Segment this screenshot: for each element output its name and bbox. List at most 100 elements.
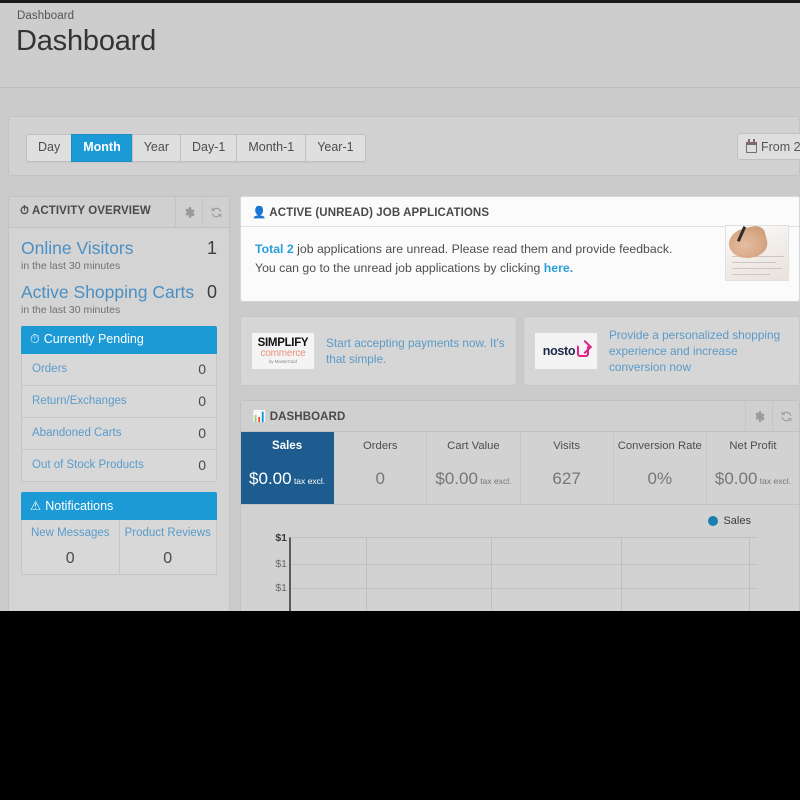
active-carts-label[interactable]: Active Shopping Carts bbox=[21, 282, 194, 303]
range-button-day[interactable]: Day bbox=[26, 134, 72, 162]
range-button-month-1[interactable]: Month-1 bbox=[236, 134, 306, 162]
pending-returns-label: Return/Exchanges bbox=[32, 395, 127, 407]
range-button-year-1[interactable]: Year-1 bbox=[305, 134, 366, 162]
legend-dot-sales bbox=[708, 516, 719, 526]
promo-nosto-text: Provide a personalized shopping experien… bbox=[609, 328, 781, 374]
job-applications-here-link[interactable]: here. bbox=[544, 261, 573, 275]
simplify-commerce-logo: SIMPLIFY commerce by MasterCard bbox=[251, 332, 315, 370]
activity-overview-header: ⏱ ACTIVITY OVERVIEW bbox=[9, 197, 229, 228]
new-messages-label: New Messages bbox=[30, 527, 110, 539]
kpi-cart-value[interactable]: Cart Value $0.00 tax excl. bbox=[427, 432, 521, 504]
activity-overview-title: ⏱ ACTIVITY OVERVIEW bbox=[20, 205, 151, 218]
kpi-orders-value: 0 bbox=[336, 469, 424, 489]
chart-gridline-h bbox=[291, 588, 757, 589]
dashboard-panel: 📊 DASHBOARD Sales $0.00 tax excl. Orders… bbox=[240, 400, 800, 611]
clock-icon: ⏱ bbox=[30, 332, 40, 346]
refresh-icon[interactable] bbox=[202, 197, 229, 227]
job-applications-title: 👤 ACTIVE (UNREAD) JOB APPLICATIONS bbox=[252, 205, 489, 219]
pending-abandoned-carts-label: Abandoned Carts bbox=[32, 427, 122, 439]
job-applications-total: Total 2 bbox=[255, 242, 294, 256]
simplify-logo-line-3: by MasterCard bbox=[268, 358, 298, 364]
list-item[interactable]: Orders 0 bbox=[22, 354, 216, 386]
chart-ytick-2: $1 bbox=[275, 582, 287, 594]
legend-label-sales: Sales bbox=[723, 515, 751, 527]
gear-icon[interactable] bbox=[175, 197, 202, 227]
date-range-picker[interactable]: From 201 bbox=[737, 133, 800, 160]
pending-orders-label: Orders bbox=[32, 363, 68, 375]
list-item[interactable]: Return/Exchanges 0 bbox=[22, 386, 216, 418]
kpi-cart-value-suffix: tax excl. bbox=[477, 476, 512, 486]
user-icon: 👤 bbox=[252, 207, 267, 219]
online-visitors-row: Online Visitors 1 bbox=[21, 238, 217, 259]
nosto-arrow-icon bbox=[577, 345, 590, 357]
kpi-net-profit-label: Net Profit bbox=[729, 440, 777, 452]
gear-icon[interactable] bbox=[745, 401, 772, 431]
kpi-orders[interactable]: Orders 0 bbox=[334, 432, 428, 504]
dashboard-panel-title: 📊 DASHBOARD bbox=[252, 409, 345, 423]
kpi-orders-label: Orders bbox=[362, 440, 398, 452]
activity-overview-panel: ⏱ ACTIVITY OVERVIEW Online Visitors 1 in… bbox=[8, 196, 230, 611]
currently-pending-heading: ⏱ Currently Pending bbox=[21, 326, 217, 354]
kpi-net-profit-amount: $0.00 bbox=[714, 469, 758, 488]
job-applications-line-1: Total 2 job applications are unread. Ple… bbox=[255, 240, 785, 259]
list-item[interactable]: Abandoned Carts 0 bbox=[22, 418, 216, 450]
kpi-net-profit-value: $0.00 tax excl. bbox=[709, 469, 797, 489]
job-applications-panel: 👤 ACTIVE (UNREAD) JOB APPLICATIONS Total… bbox=[240, 196, 800, 302]
kpi-conversion-rate[interactable]: Conversion Rate 0% bbox=[614, 432, 707, 504]
activity-overview-title-text: ACTIVITY OVERVIEW bbox=[31, 205, 151, 217]
notifications-heading: ⚠ Notifications bbox=[21, 492, 217, 520]
kpi-sales[interactable]: Sales $0.00 tax excl. bbox=[241, 432, 335, 504]
clock-icon: ⏱ bbox=[20, 205, 30, 217]
notifications-grid: New Messages 0 Product Reviews 0 bbox=[21, 520, 217, 575]
list-item[interactable]: Out of Stock Products 0 bbox=[22, 450, 216, 481]
active-carts-row: Active Shopping Carts 0 bbox=[21, 282, 217, 303]
job-applications-line-2: You can go to the unread job application… bbox=[255, 259, 785, 278]
kpi-sales-suffix: tax excl. bbox=[291, 476, 326, 486]
kpi-net-profit[interactable]: Net Profit $0.00 tax excl. bbox=[707, 432, 799, 504]
range-button-year[interactable]: Year bbox=[131, 134, 180, 162]
kpi-sales-value: $0.00 tax excl. bbox=[243, 469, 331, 489]
simplify-logo-line-2: commerce bbox=[260, 347, 306, 359]
activity-overview-tools bbox=[175, 197, 229, 227]
new-messages-value: 0 bbox=[65, 550, 75, 567]
active-carts-sub: in the last 30 minutes bbox=[21, 304, 121, 316]
pending-out-of-stock-value: 0 bbox=[198, 457, 206, 473]
notification-product-reviews[interactable]: Product Reviews 0 bbox=[118, 520, 217, 574]
notification-new-messages[interactable]: New Messages 0 bbox=[22, 520, 119, 574]
kpi-cart-value-label: Cart Value bbox=[447, 440, 500, 452]
pending-abandoned-carts-value: 0 bbox=[198, 425, 206, 441]
kpi-sales-label: Sales bbox=[272, 440, 303, 452]
active-carts-value: 0 bbox=[206, 282, 217, 302]
browser-viewport: Dashboard Dashboard Day Month Year Day-1… bbox=[0, 0, 800, 611]
sales-chart: Sales $1 $1 $1 bbox=[241, 505, 799, 611]
kpi-conversion-rate-label: Conversion Rate bbox=[617, 440, 702, 452]
kpi-visits-label: Visits bbox=[553, 440, 580, 452]
kpi-conversion-rate-value: 0% bbox=[616, 469, 704, 489]
job-application-photo bbox=[725, 225, 789, 281]
promo-card-simplify-commerce[interactable]: SIMPLIFY commerce by MasterCard Start ac… bbox=[240, 316, 517, 386]
date-range-button-group: Day Month Year Day-1 Month-1 Year-1 bbox=[26, 134, 366, 162]
online-visitors-label[interactable]: Online Visitors bbox=[21, 238, 134, 259]
notifications-heading-text: Notifications bbox=[45, 499, 114, 513]
kpi-row: Sales $0.00 tax excl. Orders 0 Cart Valu… bbox=[241, 432, 799, 505]
activity-overview-body: Online Visitors 1 in the last 30 minutes… bbox=[9, 228, 229, 575]
chart-gridline-h bbox=[291, 564, 757, 565]
kpi-visits-value: 627 bbox=[523, 469, 611, 489]
promo-card-nosto[interactable]: nosto Provide a personalized shopping ex… bbox=[523, 316, 800, 386]
kpi-visits[interactable]: Visits 627 bbox=[521, 432, 614, 504]
dashboard-panel-title-text: DASHBOARD bbox=[269, 411, 346, 423]
date-range-picker-label: From 201 bbox=[761, 140, 800, 154]
range-button-day-1[interactable]: Day-1 bbox=[179, 134, 237, 162]
chart-gridline-v bbox=[366, 538, 367, 611]
breadcrumb[interactable]: Dashboard bbox=[17, 10, 74, 22]
nosto-logo: nosto bbox=[534, 332, 598, 370]
chart-gridline-v bbox=[491, 538, 492, 611]
online-visitors-value: 1 bbox=[206, 238, 217, 258]
job-applications-header: 👤 ACTIVE (UNREAD) JOB APPLICATIONS bbox=[241, 197, 799, 227]
refresh-icon[interactable] bbox=[772, 401, 799, 431]
range-button-month[interactable]: Month bbox=[71, 134, 132, 162]
date-range-toolbar: Day Month Year Day-1 Month-1 Year-1 From… bbox=[8, 116, 800, 176]
product-reviews-label: Product Reviews bbox=[124, 527, 211, 539]
exclamation-circle-icon: ⚠ bbox=[30, 499, 42, 513]
currently-pending-list: Orders 0 Return/Exchanges 0 Abandoned Ca… bbox=[21, 354, 217, 482]
